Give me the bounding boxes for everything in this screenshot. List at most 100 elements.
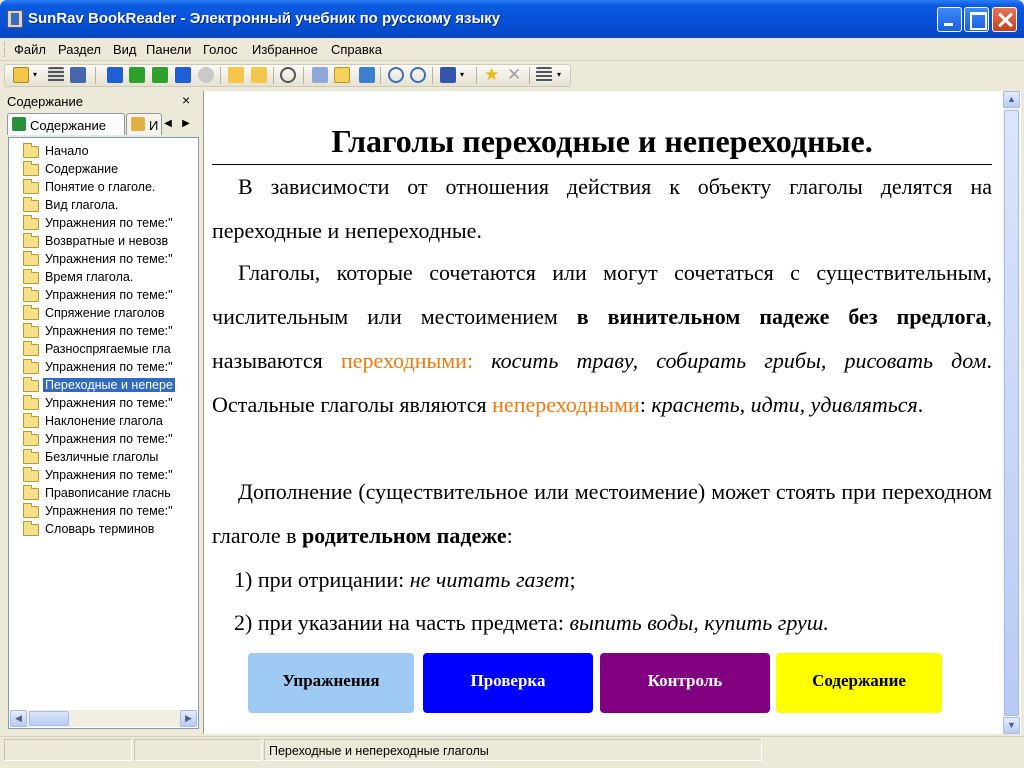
folder-icon — [23, 449, 39, 464]
panel-header: Содержание × — [4, 91, 201, 111]
check-button[interactable]: Проверка — [423, 649, 599, 713]
scroll-down-icon[interactable]: ▼ — [1003, 717, 1020, 734]
status-cell-3: Переходные и непереходные глаголы — [264, 739, 762, 761]
open-folder-icon[interactable] — [13, 67, 29, 83]
app-book-icon — [7, 10, 23, 28]
menu-section[interactable]: Раздел — [58, 42, 101, 57]
star-favorite-icon[interactable]: ★ — [484, 66, 500, 83]
delete-icon[interactable]: ✕ — [507, 66, 523, 83]
menu-panels[interactable]: Панели — [146, 42, 191, 57]
dropdown-arrow-icon[interactable]: ▾ — [557, 67, 564, 83]
page-title: Глаголы переходные и непереходные. — [331, 123, 873, 159]
control-button[interactable]: Контроль — [600, 649, 776, 713]
scroll-thumb[interactable] — [1004, 110, 1019, 716]
dropdown-arrow-icon[interactable]: ▾ — [33, 67, 40, 83]
document-vertical-scrollbar[interactable]: ▲ ▼ — [1003, 91, 1020, 734]
last-page-icon[interactable] — [175, 67, 191, 83]
folder-icon — [23, 467, 39, 482]
menu-voice[interactable]: Голос — [203, 42, 238, 57]
tab-index-label: И — [149, 118, 159, 133]
panel-title: Содержание — [7, 94, 83, 109]
folder-icon[interactable] — [251, 67, 267, 83]
tab-contents[interactable]: Содержание — [7, 113, 125, 135]
folder-icon — [23, 161, 39, 176]
toolbar-separator — [273, 67, 274, 84]
folder-icon — [23, 179, 39, 194]
tree-item-label: Словарь терминов — [45, 522, 155, 536]
list-icon[interactable] — [48, 67, 64, 83]
minimize-button[interactable] — [937, 7, 962, 32]
exercises-button[interactable]: Упражнения — [248, 649, 420, 713]
prev-page-icon[interactable] — [129, 67, 145, 83]
folder-icon — [23, 413, 39, 428]
scroll-right-icon[interactable]: ▶ — [180, 710, 197, 727]
next-page-icon[interactable] — [152, 67, 168, 83]
tab-scroll-arrows: ◀ ▶ — [159, 115, 199, 133]
contents-button[interactable]: Содержание — [776, 649, 948, 713]
tree-item-label: Переходные и непере — [43, 378, 175, 392]
sync-toc-icon[interactable] — [334, 67, 350, 83]
folder-icon — [23, 431, 39, 446]
zoom-out-icon[interactable] — [410, 67, 426, 83]
bold-term: родительном падеже — [301, 523, 507, 548]
tree-item-label: Упражнения по теме:" — [45, 396, 173, 410]
text-span: . — [917, 392, 924, 417]
menu-favorites[interactable]: Избранное — [252, 42, 318, 57]
tree-item-label: Упражнения по теме:" — [45, 504, 173, 518]
folder-icon — [23, 359, 39, 374]
text-span: ; — [569, 567, 576, 592]
tree-item-label: Безличные глаголы — [45, 450, 159, 464]
first-page-icon[interactable] — [107, 67, 123, 83]
term-transitive: переходными — [340, 348, 467, 373]
toolbar-separator — [476, 67, 477, 84]
tree-item-label: Правописание гласнь — [45, 486, 171, 500]
index-tab-icon — [131, 117, 145, 131]
tree-item-label: Упражнения по теме:" — [45, 324, 173, 338]
book-icon[interactable] — [70, 67, 86, 83]
menu-help[interactable]: Справка — [331, 42, 382, 57]
tab-index[interactable]: И — [126, 113, 162, 135]
toolbar-separator — [303, 67, 304, 84]
new-folder-icon[interactable] — [228, 67, 244, 83]
scroll-thumb[interactable] — [29, 711, 69, 726]
panel-close-icon[interactable]: × — [182, 92, 190, 108]
maximize-button[interactable] — [964, 7, 989, 32]
close-button[interactable] — [992, 7, 1017, 32]
scroll-up-icon[interactable]: ▲ — [1003, 91, 1020, 108]
scroll-left-icon[interactable]: ◀ — [10, 710, 27, 727]
folder-icon — [23, 215, 39, 230]
folder-icon — [23, 233, 39, 248]
contents-panel: Содержание × Содержание И ◀ ▶ Начало Содер… — [4, 91, 201, 734]
panel-tabs: Содержание И ◀ ▶ — [4, 113, 201, 135]
menu-grip[interactable] — [4, 42, 7, 57]
stop-icon[interactable] — [198, 67, 214, 83]
tree-item-label: Упражнения по теме:" — [45, 216, 173, 230]
toolbar-separator — [380, 67, 381, 84]
tree-item-label: Упражнения по теме:" — [45, 288, 173, 302]
dropdown-arrow-icon[interactable]: ▾ — [460, 67, 467, 83]
window-icon[interactable] — [359, 67, 375, 83]
tree-item-label: Разноспрягаемые гла — [45, 342, 171, 356]
folder-icon — [23, 377, 39, 392]
print-icon[interactable] — [312, 67, 328, 83]
tab-scroll-left-icon[interactable]: ◀ — [159, 115, 177, 133]
tab-scroll-right-icon[interactable]: ▶ — [177, 115, 195, 133]
folder-icon — [23, 305, 39, 320]
text-span: : — [639, 392, 652, 417]
text-span: : — [466, 348, 492, 373]
search-icon[interactable] — [280, 67, 296, 83]
tree-item-label: Содержание — [45, 162, 119, 176]
paragraph-genitive: Дополнение (существительное или местоиме… — [212, 470, 992, 558]
tree-item-label: Наклонение глагола — [45, 414, 163, 428]
menu-bar: Файл Раздел Вид Панели Голос Избранное С… — [0, 38, 1024, 61]
tab-contents-label: Содержание — [30, 118, 106, 133]
window-titlebar[interactable]: SunRav BookReader - Электронный учебник … — [0, 0, 1024, 38]
paragraph-intro: В зависимости от отношения действия к об… — [212, 174, 992, 243]
tree-horizontal-scrollbar[interactable]: ◀ ▶ — [10, 710, 197, 727]
bold-term: в винительном падеже без предлога — [576, 304, 987, 329]
menu-view[interactable]: Вид — [113, 42, 137, 57]
options-list-icon[interactable] — [536, 67, 552, 83]
zoom-in-icon[interactable] — [388, 67, 404, 83]
menu-file[interactable]: Файл — [14, 42, 46, 57]
speak-icon[interactable] — [440, 67, 456, 83]
